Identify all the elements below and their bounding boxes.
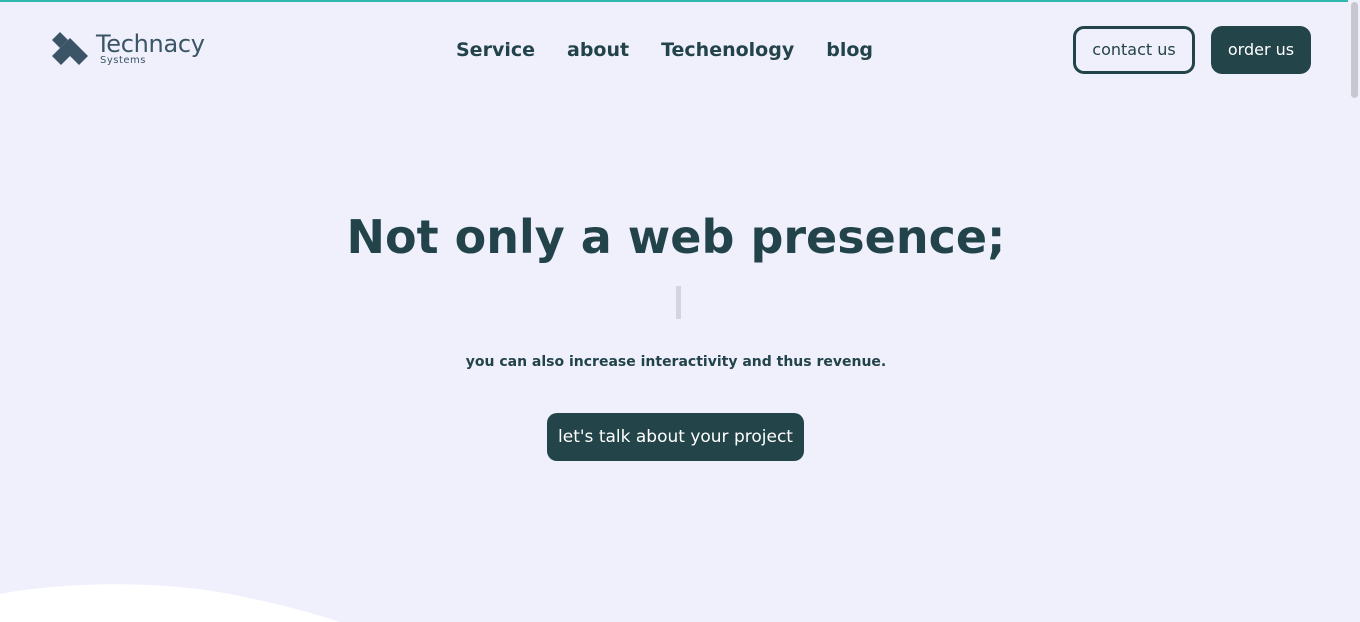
nav-link-about[interactable]: about [567,38,629,62]
main-nav: Service about Techenology blog [456,38,873,62]
bottom-wave-decoration [0,584,340,622]
page-scrollbar[interactable] [1348,0,1360,622]
brand-logo[interactable]: Technacy Systems [50,29,210,73]
contact-us-button[interactable]: contact us [1073,26,1195,74]
top-accent-line [0,0,1360,2]
hero-title: Not only a web presence; [346,210,1006,264]
brand-subtitle: Systems [100,55,146,66]
technacy-logo-icon [52,32,88,65]
nav-link-techenology[interactable]: Techenology [661,38,794,62]
scrollbar-thumb[interactable] [1351,2,1358,98]
nav-link-blog[interactable]: blog [826,38,873,62]
talk-about-project-button[interactable]: let's talk about your project [547,413,804,461]
nav-link-service[interactable]: Service [456,38,535,62]
order-us-button[interactable]: order us [1211,26,1311,74]
hero-subtitle: you can also increase interactivity and … [465,354,887,370]
typing-cursor [676,286,681,319]
